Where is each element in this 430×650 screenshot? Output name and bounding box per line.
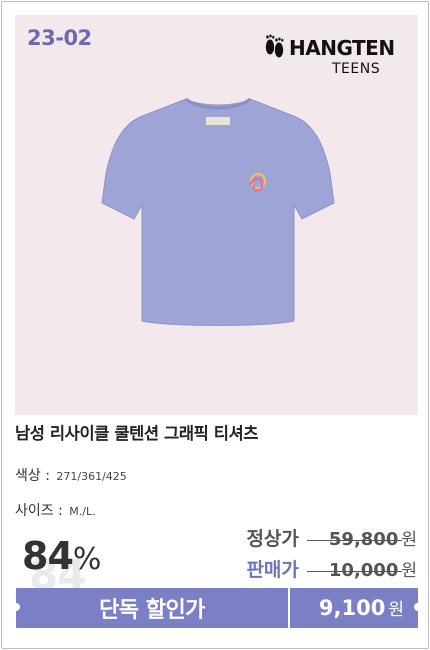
- brand-sub: TEENS: [331, 61, 380, 77]
- final-price-currency: 원: [388, 600, 404, 620]
- color-info: 색상 : 271/361/425: [15, 465, 127, 485]
- size-label: 사이즈 :: [15, 503, 63, 519]
- regular-price-row: 정상가 59,800 원: [246, 524, 417, 551]
- bar-divider: [288, 588, 290, 628]
- regular-price-currency: 원: [401, 530, 417, 550]
- ticket-notch-right: [414, 603, 422, 611]
- size-value: M./L.: [69, 505, 96, 518]
- discount-number: 84: [22, 534, 74, 578]
- product-code: 23-02: [27, 26, 92, 50]
- exclusive-price-bar[interactable]: 단독 할인가 9,100 원: [12, 588, 422, 628]
- final-price[interactable]: 9,100 원: [319, 595, 404, 620]
- sale-price-label: 판매가: [246, 559, 299, 581]
- sale-price-currency: 원: [401, 561, 417, 581]
- strikethrough: [306, 539, 403, 541]
- final-price-value: 9,100: [318, 596, 386, 620]
- tshirt-illustration: [101, 97, 335, 326]
- brand-name: HANGTEN: [289, 36, 395, 60]
- exclusive-price-label[interactable]: 단독 할인가: [16, 592, 288, 624]
- product-image[interactable]: 23-02 HANGTEN TEENS: [15, 15, 418, 415]
- product-card[interactable]: 23-02 HANGTEN TEENS 남성 리사이클 쿨텐션 그래픽 티셔츠 …: [1, 1, 429, 649]
- color-value: 271/361/425: [56, 470, 127, 483]
- product-title[interactable]: 남성 리사이클 쿨텐션 그래픽 티셔츠: [15, 420, 258, 444]
- sale-price-row: 판매가 10,000 원: [246, 555, 417, 582]
- discount-suffix: %: [72, 542, 101, 577]
- sale-price-value: 10,000: [306, 560, 403, 581]
- footprint-icon: [265, 34, 284, 58]
- brand-logo: HANGTEN TEENS: [265, 34, 395, 77]
- regular-price-label: 정상가: [246, 528, 299, 550]
- regular-price-value: 59,800: [306, 529, 403, 550]
- discount-rate: 84%: [22, 534, 101, 578]
- size-info: 사이즈 : M./L.: [15, 500, 96, 520]
- color-label: 색상 :: [15, 468, 50, 484]
- strikethrough: [306, 570, 403, 572]
